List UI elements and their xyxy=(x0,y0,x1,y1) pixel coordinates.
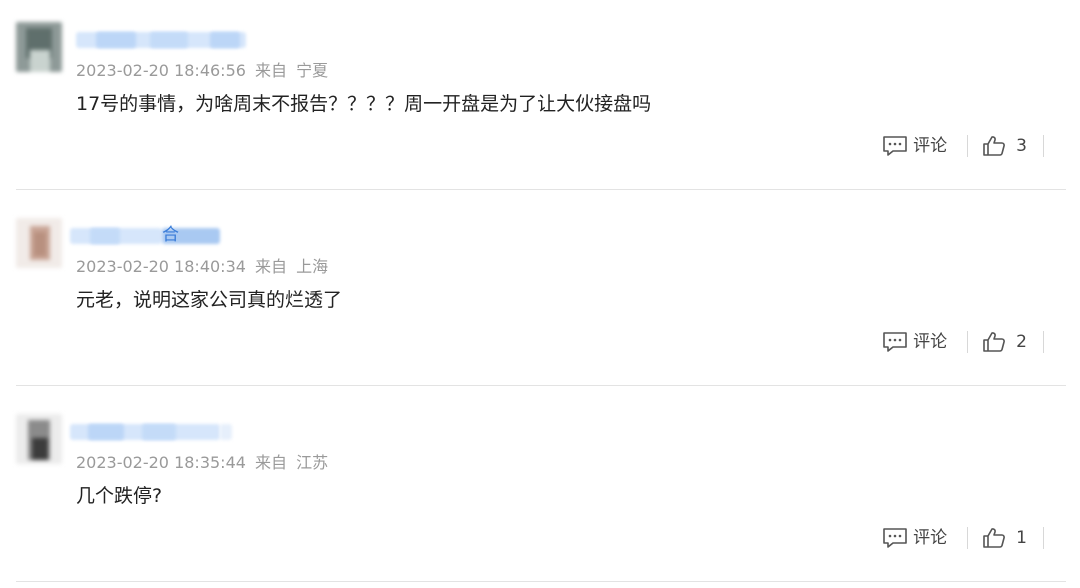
like-count: 2 xyxy=(1016,332,1027,352)
avatar[interactable] xyxy=(16,22,62,72)
comment-meta: 2023-02-20 18:46:56 来自 宁夏 xyxy=(76,61,328,81)
comment-divider xyxy=(16,189,1066,190)
comment-text: 元老，说明这家公司真的烂透了 xyxy=(76,289,343,311)
comment-item: 2023-02-20 18:35:44 来自 江苏 几个跌停? 评论 1 xyxy=(0,392,1080,588)
reply-button[interactable]: 评论 xyxy=(882,527,947,549)
comment-text: 17号的事情，为啥周末不报告？？？？周一开盘是为了让大伙接盘吗 xyxy=(76,93,652,115)
comment-from-label: 来自 xyxy=(255,257,288,276)
avatar[interactable] xyxy=(16,414,62,464)
comment-from-label: 来自 xyxy=(255,453,288,472)
thumbs-up-icon xyxy=(983,332,1006,352)
thumbs-up-icon xyxy=(983,136,1006,156)
like-button[interactable]: 3 xyxy=(982,135,1027,157)
like-count: 3 xyxy=(1016,136,1027,156)
comment-location: 江苏 xyxy=(296,453,329,472)
comment-bubble-icon xyxy=(883,332,907,352)
comment-actions: 评论 1 xyxy=(882,525,1044,551)
comment-meta: 2023-02-20 18:35:44 来自 江苏 xyxy=(76,453,328,473)
comment-location: 上海 xyxy=(296,257,329,276)
action-separator xyxy=(1043,527,1044,549)
comment-divider xyxy=(16,385,1066,386)
action-separator xyxy=(1043,135,1044,157)
username-tail[interactable]: 合 xyxy=(162,224,179,246)
action-separator xyxy=(967,135,969,157)
username-link[interactable] xyxy=(70,420,310,442)
comment-from-label: 来自 xyxy=(255,61,288,80)
like-count: 1 xyxy=(1016,528,1027,548)
action-separator xyxy=(967,527,969,549)
comment-divider xyxy=(16,581,1066,582)
comment-bubble-icon xyxy=(883,528,907,548)
username-link[interactable]: 合 xyxy=(70,224,310,246)
reply-label: 评论 xyxy=(913,528,948,548)
like-button[interactable]: 2 xyxy=(982,331,1027,353)
avatar[interactable] xyxy=(16,218,62,268)
comment-actions: 评论 2 xyxy=(882,329,1044,355)
comment-actions: 评论 3 xyxy=(882,133,1044,159)
comment-item: 合 2023-02-20 18:40:34 来自 上海 元老，说明这家公司真的烂… xyxy=(0,196,1080,392)
username-link[interactable] xyxy=(70,28,310,50)
reply-label: 评论 xyxy=(913,136,948,156)
thumbs-up-icon xyxy=(983,528,1006,548)
reply-label: 评论 xyxy=(913,332,948,352)
reply-button[interactable]: 评论 xyxy=(882,135,947,157)
like-button[interactable]: 1 xyxy=(982,527,1027,549)
action-separator xyxy=(1043,331,1044,353)
action-separator xyxy=(967,331,969,353)
comment-item: 2023-02-20 18:46:56 来自 宁夏 17号的事情，为啥周末不报告… xyxy=(0,0,1080,196)
comment-timestamp: 2023-02-20 18:40:34 xyxy=(76,257,246,276)
comment-meta: 2023-02-20 18:40:34 来自 上海 xyxy=(76,257,328,277)
comment-timestamp: 2023-02-20 18:46:56 xyxy=(76,61,246,80)
reply-button[interactable]: 评论 xyxy=(882,331,947,353)
comment-location: 宁夏 xyxy=(296,61,329,80)
comment-timestamp: 2023-02-20 18:35:44 xyxy=(76,453,246,472)
comment-bubble-icon xyxy=(883,136,907,156)
comment-text: 几个跌停? xyxy=(76,485,163,507)
